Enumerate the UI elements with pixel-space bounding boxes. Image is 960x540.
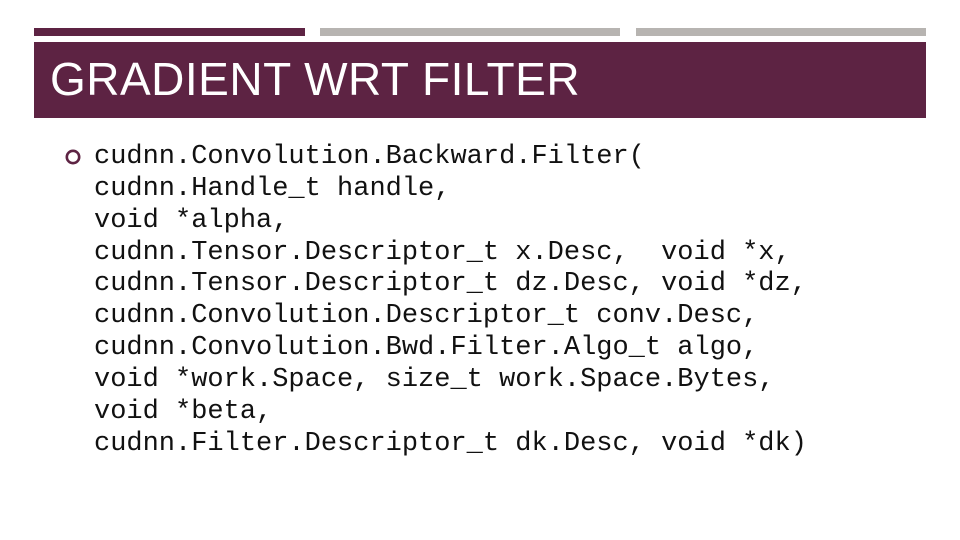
top-accent-gap-1 (305, 28, 320, 36)
code-block: cudnn.Convolution.Backward.Filter( cudnn… (94, 142, 807, 461)
slide: GRADIENT WRT FILTER cudnn.Convolution.Ba… (0, 0, 960, 540)
top-accent-segment-3 (636, 28, 926, 36)
top-accent-gap-2 (620, 28, 635, 36)
circle-bullet-icon (64, 148, 82, 166)
top-accent-segment-1 (34, 28, 305, 36)
top-accent-segment-2 (320, 28, 620, 36)
title-bar: GRADIENT WRT FILTER (34, 42, 926, 118)
bullet-item: cudnn.Convolution.Backward.Filter( cudnn… (64, 142, 926, 461)
slide-content: cudnn.Convolution.Backward.Filter( cudnn… (34, 142, 926, 461)
page-title: GRADIENT WRT FILTER (50, 52, 910, 106)
top-accent-bar (34, 28, 926, 36)
